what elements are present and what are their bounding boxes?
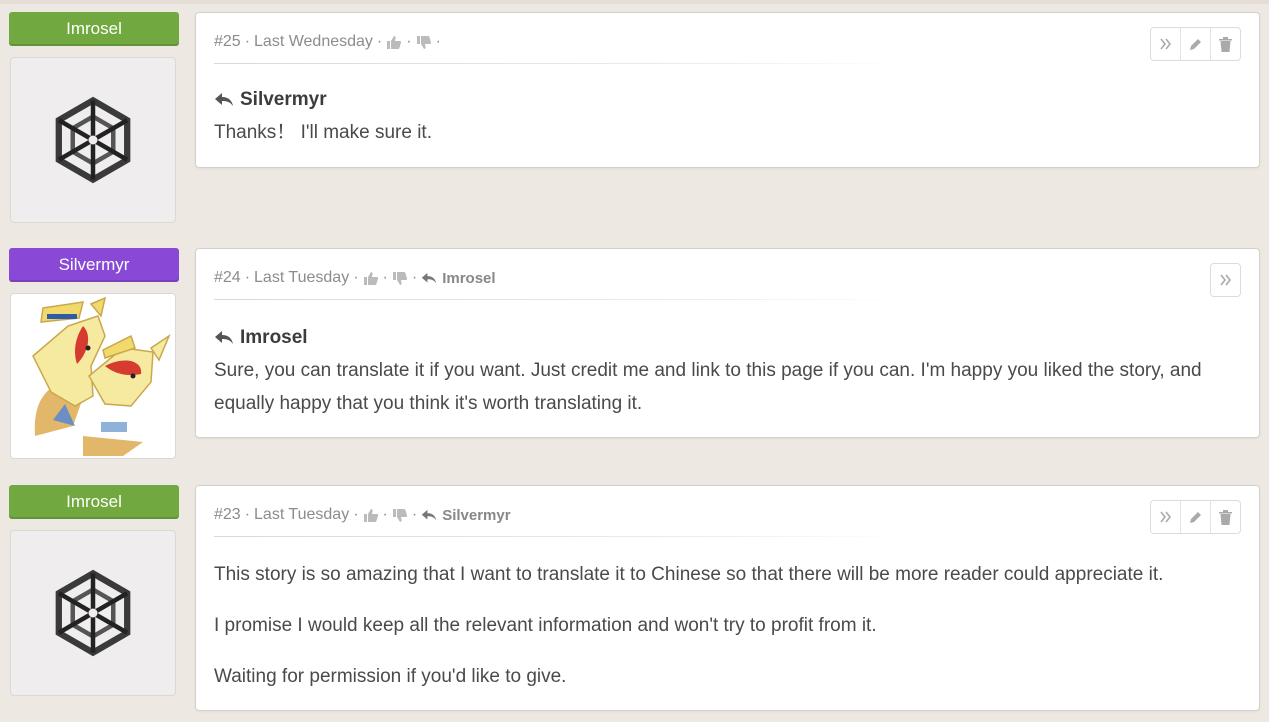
comment-paragraph: I promise I would keep all the relevant …	[214, 615, 877, 636]
author-column: Silvermyr	[9, 248, 179, 459]
comment-time: Last Wednesday	[254, 33, 373, 50]
comment-body: This story is so amazing that I want to …	[214, 558, 1239, 693]
comment-body: Silvermyr Thanks！ I'll make sure it.	[214, 83, 1239, 149]
author-column: Imrosel	[9, 485, 179, 696]
meta-separator: ·	[382, 506, 388, 523]
meta-separator: ·	[376, 33, 383, 50]
reply-to-name[interactable]: Silvermyr	[240, 83, 327, 116]
meta-separator: ·	[411, 269, 418, 286]
comment-meta: #23 · Last Tuesday · · · Silvermyr	[214, 506, 511, 524]
delete-button[interactable]	[1210, 28, 1240, 60]
meta-divider	[214, 536, 904, 537]
pencil-icon	[1190, 38, 1201, 50]
comment-paragraph: Waiting for permission if you'd like to …	[214, 666, 567, 687]
comment-number[interactable]: #25	[214, 33, 241, 51]
comment-paragraph: This story is so amazing that I want to …	[214, 564, 1164, 585]
edit-button[interactable]	[1180, 28, 1210, 60]
reply-arrow-icon	[215, 330, 233, 344]
snowflake-avatar-icon	[55, 569, 131, 657]
author-name-tag[interactable]: Silvermyr	[9, 248, 179, 282]
comment-actions	[1150, 27, 1241, 61]
thumbs-up-icon[interactable]	[386, 35, 402, 49]
meta-separator: ·	[435, 33, 441, 50]
comment-actions	[1150, 500, 1241, 534]
comment-body: Imrosel Sure, you can translate it if yo…	[214, 321, 1239, 420]
comment-actions	[1210, 263, 1241, 297]
meta-separator: ·	[382, 269, 388, 286]
comment-card: #25 · Last Wednesday · · · Silvermyr Tha…	[195, 12, 1260, 168]
edit-button[interactable]	[1180, 501, 1210, 533]
avatar[interactable]	[10, 530, 176, 696]
pencil-icon	[1190, 511, 1201, 523]
thumbs-down-icon[interactable]	[392, 508, 408, 522]
reply-to-link[interactable]: Silvermyr	[442, 507, 510, 524]
reply-arrow-icon	[421, 272, 437, 283]
goto-comment-button[interactable]	[1151, 28, 1180, 60]
goto-comment-button[interactable]	[1151, 501, 1180, 533]
comment-text: Sure, you can translate it if you want. …	[214, 360, 1202, 414]
thumbs-down-icon[interactable]	[392, 271, 408, 285]
comment-text: Thanks！ I'll make sure it.	[214, 122, 432, 143]
top-border	[0, 0, 1269, 4]
meta-separator: ·	[411, 506, 418, 523]
reply-arrow-icon	[421, 509, 437, 520]
reply-to-name[interactable]: Imrosel	[240, 321, 308, 354]
meta-separator: ·	[244, 506, 251, 523]
reply-to-line[interactable]: Silvermyr	[214, 83, 1239, 116]
meta-divider	[214, 299, 904, 300]
comment-meta: #24 · Last Tuesday · · · Imrosel	[214, 269, 496, 287]
trash-icon	[1219, 36, 1232, 52]
author-name-tag[interactable]: Imrosel	[9, 485, 179, 519]
goto-comment-button[interactable]	[1211, 264, 1240, 296]
comment-meta: #25 · Last Wednesday · · ·	[214, 33, 445, 51]
trash-icon	[1219, 509, 1232, 525]
double-chevron-icon	[1159, 511, 1171, 523]
thumbs-down-icon[interactable]	[416, 35, 432, 49]
meta-divider	[214, 63, 904, 64]
unicorn-pony-avatar-icon	[32, 296, 171, 456]
thumbs-up-icon[interactable]	[363, 508, 379, 522]
comment-time: Last Tuesday	[254, 269, 350, 286]
comment-card: #24 · Last Tuesday · · · Imrosel Imrosel…	[195, 248, 1260, 438]
reply-to-line[interactable]: Imrosel	[214, 321, 1239, 354]
avatar[interactable]	[10, 293, 176, 459]
snowflake-avatar-icon	[55, 96, 131, 184]
reply-arrow-icon	[215, 92, 233, 106]
avatar[interactable]	[10, 57, 176, 223]
author-column: Imrosel	[9, 12, 179, 223]
comment-time: Last Tuesday	[254, 506, 350, 523]
double-chevron-icon	[1159, 38, 1171, 50]
reply-to-link[interactable]: Imrosel	[442, 270, 495, 287]
author-name-tag[interactable]: Imrosel	[9, 12, 179, 46]
meta-separator: ·	[406, 33, 412, 50]
delete-button[interactable]	[1210, 501, 1240, 533]
meta-separator: ·	[244, 269, 251, 286]
comment-card: #23 · Last Tuesday · · · Silvermyr This …	[195, 485, 1260, 711]
comment-number[interactable]: #24	[214, 269, 241, 287]
meta-separator: ·	[353, 506, 359, 523]
thumbs-up-icon[interactable]	[363, 271, 379, 285]
meta-separator: ·	[244, 33, 251, 50]
meta-separator: ·	[353, 269, 359, 286]
comment-number[interactable]: #23	[214, 506, 241, 524]
double-chevron-icon	[1219, 274, 1231, 286]
